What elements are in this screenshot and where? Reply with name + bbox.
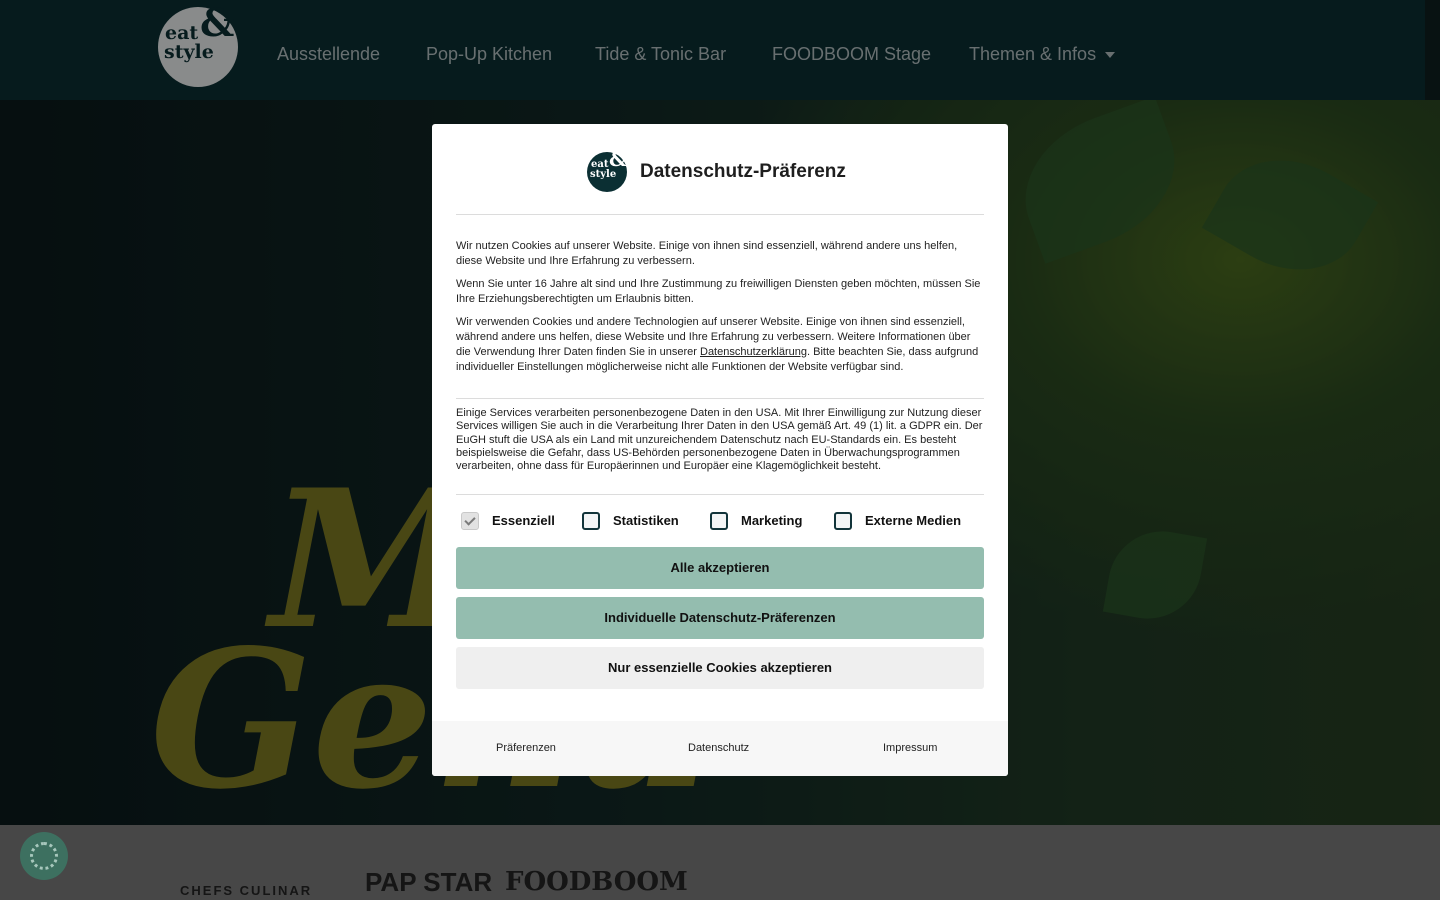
intro-paragraph: Wir nutzen Cookies auf unserer Website. … — [456, 240, 958, 267]
cookie-icon — [30, 842, 58, 870]
dialog-title: Datenschutz-Präferenz — [640, 161, 846, 182]
privacy-policy-link[interactable]: Datenschutzerklärung — [700, 346, 807, 358]
dialog-logo: eat style & — [587, 147, 628, 192]
checkbox-label-statistiken[interactable]: Statistiken — [613, 513, 679, 529]
accept-all-button[interactable]: Alle akzeptieren — [456, 547, 984, 589]
checkbox-statistiken[interactable] — [582, 512, 600, 530]
privacy-consent-dialog: eat style & Datenschutz-Präferenz Wir nu… — [432, 124, 1008, 776]
individual-preferences-button[interactable]: Individuelle Datenschutz-Präferenzen — [456, 597, 984, 639]
footer-link-imprint[interactable]: Impressum — [883, 741, 937, 755]
checkbox-externe-medien[interactable] — [834, 512, 852, 530]
consent-category-checkboxes: Essenziell Statistiken Marketing Externe… — [456, 512, 984, 530]
checkbox-marketing[interactable] — [710, 512, 728, 530]
dialog-logo-style: style — [590, 169, 617, 180]
footer-link-privacy[interactable]: Datenschutz — [688, 741, 749, 755]
checkbox-essenziell — [461, 512, 479, 530]
checkbox-label-externe-medien[interactable]: Externe Medien — [865, 513, 961, 529]
dialog-footer: Präferenzen Datenschutz Impressum — [432, 721, 1008, 776]
checkbox-label-essenziell: Essenziell — [492, 513, 555, 528]
age-notice-paragraph: Wenn Sie unter 16 Jahre alt sind und Ihr… — [456, 278, 981, 305]
divider — [456, 494, 984, 495]
divider — [456, 214, 984, 215]
usa-data-notice: Einige Services verarbeiten personenbezo… — [456, 407, 983, 473]
dialog-logo-ampersand: & — [609, 147, 628, 171]
privacy-settings-badge[interactable] — [20, 832, 68, 880]
divider — [456, 398, 984, 399]
cookie-info-paragraph: Wir verwenden Cookies und andere Technol… — [456, 315, 984, 375]
checkbox-label-marketing[interactable]: Marketing — [741, 513, 802, 529]
essential-only-button[interactable]: Nur essenzielle Cookies akzeptieren — [456, 647, 984, 689]
footer-link-preferences[interactable]: Präferenzen — [496, 741, 556, 755]
